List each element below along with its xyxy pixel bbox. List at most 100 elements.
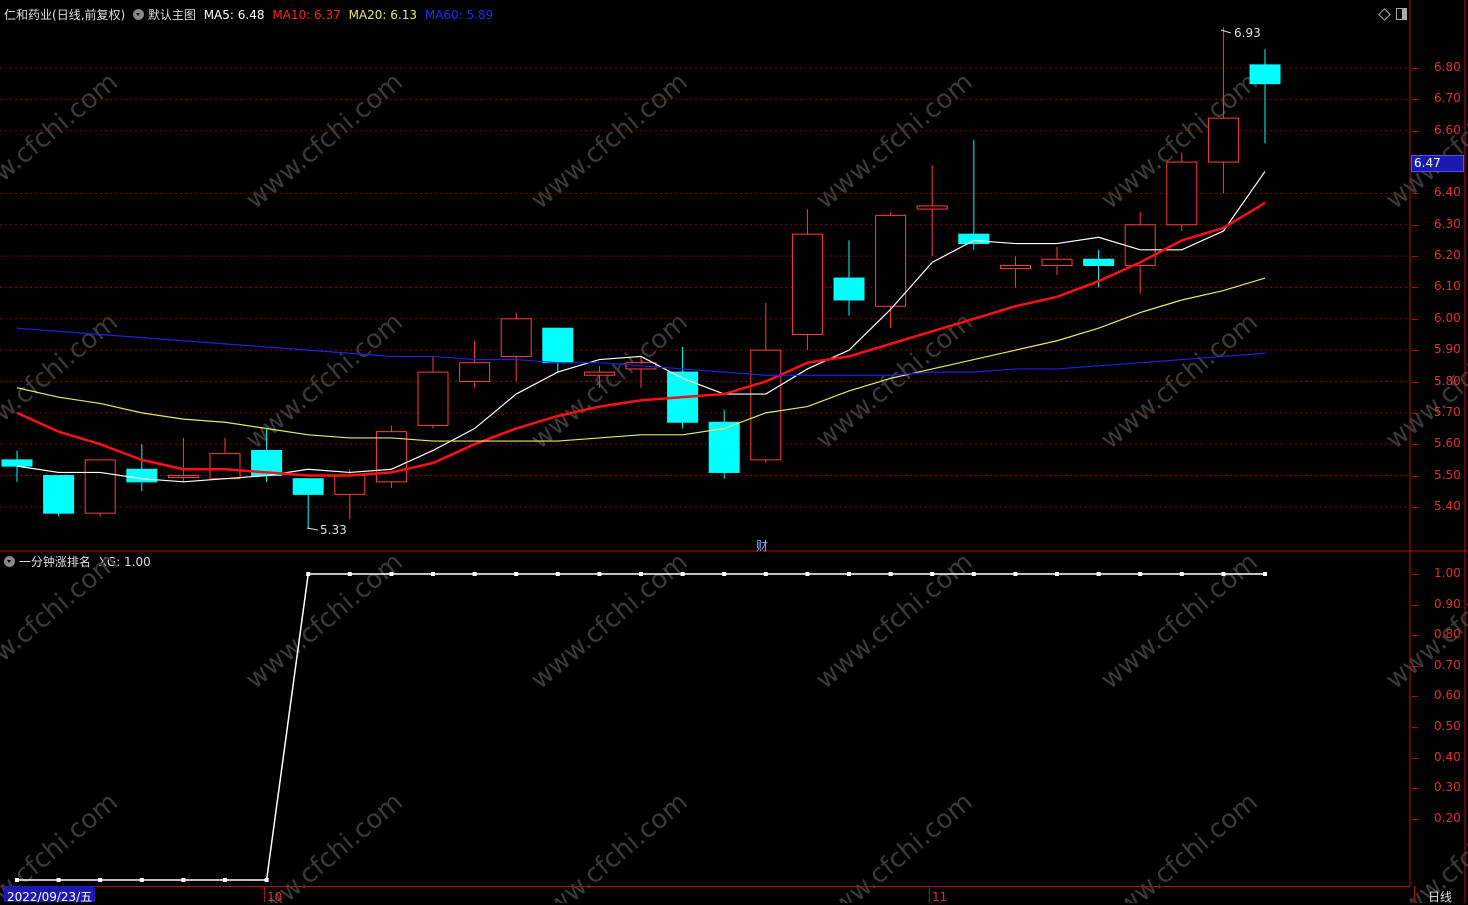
ma60-label: MA60: 5.89 xyxy=(424,8,494,22)
high-pointer xyxy=(1220,29,1232,34)
ma-line-ma60 xyxy=(16,327,1266,376)
watermark-text: www.cfchi.com xyxy=(240,67,409,215)
xg-point xyxy=(597,572,602,576)
price-tick xyxy=(1412,287,1418,289)
price-tick-label: 5.90 xyxy=(1434,342,1461,357)
price-tick-label: 6.20 xyxy=(1434,248,1461,263)
price-tick-label: 5.60 xyxy=(1434,436,1461,451)
indicator-tick-label: 0.20 xyxy=(1434,810,1461,825)
price-tick xyxy=(1412,68,1418,69)
candle-up xyxy=(84,459,116,514)
candle-down xyxy=(43,475,75,514)
price-tick xyxy=(1412,224,1418,226)
price-tick xyxy=(1412,381,1418,383)
price-tick xyxy=(1412,318,1418,320)
candle-up xyxy=(334,475,366,495)
candle-up xyxy=(916,205,948,210)
candle-down xyxy=(667,371,699,423)
xg-point xyxy=(431,572,435,576)
candle-up xyxy=(750,349,782,461)
ma10-label: MA10: 6.37 xyxy=(272,8,341,22)
xg-point xyxy=(680,572,685,576)
finance-marker[interactable]: 财 xyxy=(756,537,768,554)
watermark-text: www.cfchi.com xyxy=(525,67,694,215)
candle-down xyxy=(958,233,990,245)
candle-up xyxy=(1207,117,1239,163)
xg-point xyxy=(1138,572,1143,576)
xg-point xyxy=(264,878,269,882)
xg-point xyxy=(223,878,227,882)
date-text: 2022/09/23/五 xyxy=(7,890,93,904)
watermark-text: www.cfchi.com xyxy=(810,307,979,455)
period-button[interactable]: 日线 xyxy=(1414,886,1465,904)
candle-up xyxy=(459,362,491,383)
xg-point xyxy=(181,878,186,882)
main-chart-header: 仁和药业(日线,前复权) 默认主图 MA5: 6.48 MA10: 6.37 M… xyxy=(4,6,493,23)
candle-up xyxy=(375,431,407,483)
watermark-text: www.cfchi.com xyxy=(240,307,409,455)
price-tick-label: 6.60 xyxy=(1434,122,1461,137)
indicator-name[interactable]: 一分钟涨排名 xyxy=(19,555,91,569)
indicator-tick-label: 0.80 xyxy=(1434,627,1461,642)
indicator-tick xyxy=(1412,574,1418,575)
panel-toggle-icon[interactable] xyxy=(1396,8,1407,20)
period-label: (日线,前复权) xyxy=(52,8,126,22)
template-dropdown-icon[interactable] xyxy=(133,9,145,20)
oct-label: 10 xyxy=(267,890,283,904)
price-tick xyxy=(1412,130,1418,132)
candle-up xyxy=(875,214,907,307)
xg-point xyxy=(98,878,103,882)
watermark-text: www.cfchi.com xyxy=(0,67,124,215)
watermark-text: www.cfchi.com xyxy=(1095,307,1264,455)
price-tick-label: 5.50 xyxy=(1434,467,1461,482)
xg-point xyxy=(847,572,851,576)
candle-up xyxy=(167,475,199,479)
candle-up xyxy=(500,318,532,357)
indicator-tick xyxy=(1412,635,1418,637)
watermark-text: www.cfchi.com xyxy=(1095,547,1264,695)
xg-point xyxy=(472,572,477,576)
ma-line-ma5 xyxy=(16,171,1266,483)
diamond-icon[interactable] xyxy=(1378,8,1391,21)
xg-point xyxy=(1013,572,1018,576)
candle-down xyxy=(292,478,324,495)
candle-up xyxy=(417,371,449,426)
price-tick-label: 6.80 xyxy=(1434,60,1461,74)
xg-point xyxy=(971,572,976,576)
date-cursor-label: 2022/09/23/五 xyxy=(4,886,96,904)
xg-line xyxy=(17,573,1265,881)
candle-up xyxy=(1124,224,1156,267)
chart-canvas[interactable]: www.cfchi.com www.cfchi.com www.cfchi.com w… xyxy=(0,0,1468,903)
xg-point xyxy=(555,572,560,576)
price-tick xyxy=(1412,99,1418,101)
watermark-text: www.cfchi.com xyxy=(240,547,409,695)
indicator-tick xyxy=(1412,757,1418,759)
period-button-label: 日线 xyxy=(1427,890,1452,904)
indicator-dropdown-icon[interactable] xyxy=(4,556,15,567)
candle-down xyxy=(1,459,33,467)
month-marker-nov: 11 xyxy=(929,886,948,904)
xg-point xyxy=(1055,572,1059,576)
watermark-text: www.cfchi.com xyxy=(810,67,979,215)
nov-label: 11 xyxy=(932,890,948,904)
candle-down xyxy=(542,327,574,364)
xg-point xyxy=(888,572,893,576)
current-price-marker: 6.47 xyxy=(1411,155,1464,172)
watermark-text: www.cfchi.com xyxy=(0,307,124,455)
low-pointer xyxy=(306,527,319,531)
candle-up xyxy=(583,371,615,376)
xg-point xyxy=(722,572,727,576)
indicator-tick xyxy=(1412,665,1418,667)
indicator-tick-label: 0.30 xyxy=(1434,780,1461,795)
template-name[interactable]: 默认主图 xyxy=(148,8,196,22)
stock-name[interactable]: 仁和药业 xyxy=(4,8,52,22)
candle-down xyxy=(833,277,865,301)
price-tick-label: 6.70 xyxy=(1434,91,1461,106)
ma20-label: MA20: 6.13 xyxy=(348,8,417,22)
price-tick-label: 6.30 xyxy=(1434,216,1461,231)
price-tick-label: 5.70 xyxy=(1434,404,1461,419)
candle-down xyxy=(251,449,283,477)
high-annotation: 6.93 xyxy=(1234,26,1261,40)
xg-point xyxy=(514,572,519,576)
price-tick-label: 5.40 xyxy=(1434,498,1461,513)
